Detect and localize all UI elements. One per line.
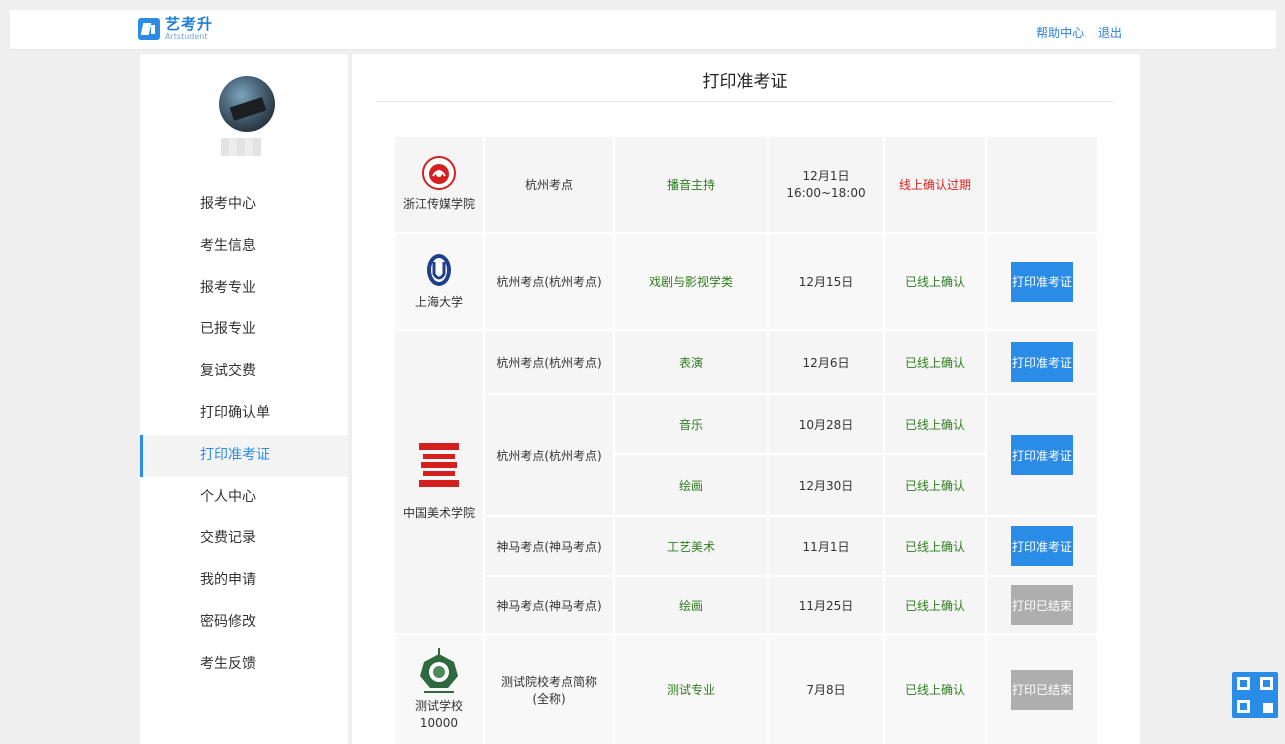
confirm-status: 已线上确认 xyxy=(885,395,985,453)
caa-mark-icon xyxy=(419,442,459,487)
confirm-status: 已线上确认 xyxy=(885,635,985,744)
confirm-status: 已线上确认 xyxy=(885,577,985,633)
sidebar-item-my-applications[interactable]: 我的申请 xyxy=(140,560,348,602)
sidebar-item-print-admission-ticket[interactable]: 打印准考证 xyxy=(140,434,348,477)
sidebar-item-student-info[interactable]: 考生信息 xyxy=(140,226,348,268)
sidebar-item-exam-center[interactable]: 报考中心 xyxy=(140,184,348,226)
exam-date: 12月6日 xyxy=(769,331,883,393)
confirm-status: 已线上确认 xyxy=(885,331,985,393)
page-title: 打印准考证 xyxy=(376,54,1114,102)
avatar[interactable] xyxy=(219,76,275,132)
major-name: 播音主持 xyxy=(615,137,767,232)
exam-site: 测试院校考点简称(全称) xyxy=(485,635,613,744)
school-cell: 上海大学 xyxy=(395,234,483,329)
test-school-emblem-icon xyxy=(420,648,458,694)
exam-site: 杭州考点 xyxy=(485,137,613,232)
help-center-link[interactable]: 帮助中心 xyxy=(1036,26,1084,40)
school-name: 浙江传媒学院 xyxy=(402,197,475,212)
qr-corner-icon xyxy=(1260,677,1273,690)
logo-mark-icon xyxy=(138,18,160,40)
qr-corner-icon xyxy=(1237,677,1250,690)
sidebar-item-applied-majors[interactable]: 已报专业 xyxy=(140,309,348,351)
school-name: 测试学校 10000 xyxy=(414,699,463,730)
exam-site: 神马考点(神马考点) xyxy=(485,517,613,575)
confirm-status: 已线上确认 xyxy=(885,234,985,329)
exam-date: 11月1日 xyxy=(769,517,883,575)
exam-date: 11月25日 xyxy=(769,577,883,633)
sidebar-item-print-confirmation[interactable]: 打印确认单 xyxy=(140,393,348,435)
logo-subtitle: Artstudent xyxy=(165,32,208,41)
confirm-status: 已线上确认 xyxy=(885,455,985,515)
action-cell: 打印准考证 xyxy=(987,331,1097,393)
print-admission-ticket-button[interactable]: 打印准考证 xyxy=(1011,261,1073,302)
school-name: 上海大学 xyxy=(414,295,463,310)
action-cell: 打印已结束 xyxy=(987,577,1097,633)
action-cell: 打印准考证 xyxy=(987,395,1097,515)
logout-link[interactable]: 退出 xyxy=(1098,26,1122,40)
zjcm-seal-icon xyxy=(422,156,456,191)
top-links: 帮助中心 退出 xyxy=(1026,24,1122,41)
sidebar-item-payment-records[interactable]: 交费记录 xyxy=(140,518,348,560)
print-admission-ticket-button[interactable]: 打印准考证 xyxy=(1011,342,1073,382)
school-cell: 测试学校 10000 xyxy=(395,635,483,744)
logo[interactable]: 艺考升 Artstudent xyxy=(138,17,213,41)
sidebar-item-personal-center[interactable]: 个人中心 xyxy=(140,477,348,519)
exam-site: 神马考点(神马考点) xyxy=(485,577,613,633)
logo-title: 艺考升 xyxy=(165,15,214,33)
sidebar: 报考中心 考生信息 报考专业 已报专业 复试交费 打印确认单 打印准考证 个人中… xyxy=(140,54,348,744)
username-redacted xyxy=(221,138,261,156)
major-name: 绘画 xyxy=(615,577,767,633)
print-ended-button: 打印已结束 xyxy=(1011,585,1073,625)
major-name: 戏剧与影视学类 xyxy=(615,234,767,329)
action-cell: 打印准考证 xyxy=(987,517,1097,575)
confirm-status: 已线上确认 xyxy=(885,517,985,575)
exam-site: 杭州考点(杭州考点) xyxy=(485,331,613,393)
action-cell: 打印已结束 xyxy=(987,635,1097,744)
sidebar-item-change-password[interactable]: 密码修改 xyxy=(140,602,348,644)
major-name: 音乐 xyxy=(615,395,767,453)
exam-site: 杭州考点(杭州考点) xyxy=(485,395,613,515)
major-name: 测试专业 xyxy=(615,635,767,744)
exam-date: 12月30日 xyxy=(769,455,883,515)
shu-emblem-icon xyxy=(427,254,451,287)
school-cell: 浙江传媒学院 xyxy=(395,137,483,232)
exam-date: 12月15日 xyxy=(769,234,883,329)
main-panel: 打印准考证 浙江传媒学院 上海大学 中国美术学院 测试学校 10000 杭州考点… xyxy=(352,54,1140,744)
exam-date: 7月8日 xyxy=(769,635,883,744)
major-name: 绘画 xyxy=(615,455,767,515)
exam-date: 12月1日 16:00~18:00 xyxy=(769,137,883,232)
print-ended-button: 打印已结束 xyxy=(1011,669,1073,710)
sidebar-item-apply-major[interactable]: 报考专业 xyxy=(140,268,348,310)
school-name: 中国美术学院 xyxy=(402,505,475,520)
sidebar-item-retest-fee[interactable]: 复试交费 xyxy=(140,351,348,393)
qr-dot-icon xyxy=(1263,703,1273,713)
top-bar: 艺考升 Artstudent 帮助中心 退出 xyxy=(10,10,1276,50)
qr-corner-icon xyxy=(1237,700,1250,713)
action-cell: 打印准考证 xyxy=(987,234,1097,329)
qr-code-button[interactable] xyxy=(1232,672,1278,718)
confirm-status: 线上确认过期 xyxy=(885,137,985,232)
school-cell: 中国美术学院 xyxy=(395,331,483,633)
print-admission-ticket-button[interactable]: 打印准考证 xyxy=(1011,435,1073,475)
major-name: 表演 xyxy=(615,331,767,393)
exam-site: 杭州考点(杭州考点) xyxy=(485,234,613,329)
major-name: 工艺美术 xyxy=(615,517,767,575)
sidebar-menu: 报考中心 考生信息 报考专业 已报专业 复试交费 打印确认单 打印准考证 个人中… xyxy=(140,184,348,686)
exam-date: 10月28日 xyxy=(769,395,883,453)
print-admission-ticket-button[interactable]: 打印准考证 xyxy=(1011,526,1073,566)
action-cell xyxy=(987,137,1097,232)
sidebar-item-feedback[interactable]: 考生反馈 xyxy=(140,644,348,686)
